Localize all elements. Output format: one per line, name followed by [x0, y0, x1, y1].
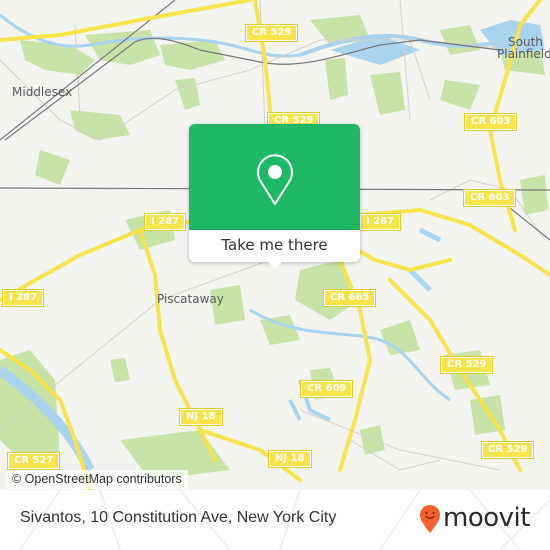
destination-popup: Take me there — [189, 124, 360, 269]
road-shield-cr527: CR 527 — [6, 452, 61, 470]
place-label-middlesex: Middlesex — [12, 85, 73, 99]
road-shield-nj18: NJ 18 — [268, 450, 312, 468]
destination-address: Sivantos, 10 Constitution Ave, New York … — [20, 509, 337, 526]
take-me-there-button[interactable]: Take me there — [189, 230, 360, 262]
location-pin-icon — [257, 154, 293, 205]
road-shield-cr529: CR 529 — [480, 441, 535, 459]
road-shield-nj18: NJ 18 — [179, 408, 223, 426]
footer-bar: Sivantos, 10 Constitution Ave, New York … — [0, 490, 550, 550]
road-shield-cr603: CR 603 — [463, 113, 518, 131]
road-shield-cr529: CR 529 — [244, 24, 299, 42]
road-shield-cr609: CR 609 — [299, 380, 354, 398]
road-shield-cr603: CR 603 — [462, 189, 517, 207]
popup-pointer — [267, 261, 283, 269]
popup-header — [189, 124, 360, 230]
place-label-plainfield: Plainfield — [497, 47, 550, 61]
moovit-wordmark: moovit — [443, 503, 530, 533]
road-shield-i287: I 287 — [1, 289, 45, 307]
moovit-pin-icon — [420, 505, 440, 533]
road-shield-cr529: CR 529 — [439, 356, 494, 374]
map-view[interactable]: Middlesex South Plainfield Piscataway CR… — [0, 0, 550, 490]
road-shield-i287: I 287 — [358, 213, 402, 231]
map-attribution[interactable]: © OpenStreetMap contributors — [6, 470, 188, 489]
road-shield-i287: I 287 — [143, 213, 187, 231]
place-label-piscataway: Piscataway — [157, 292, 224, 306]
road-shield-cr665: CR 665 — [322, 289, 377, 307]
